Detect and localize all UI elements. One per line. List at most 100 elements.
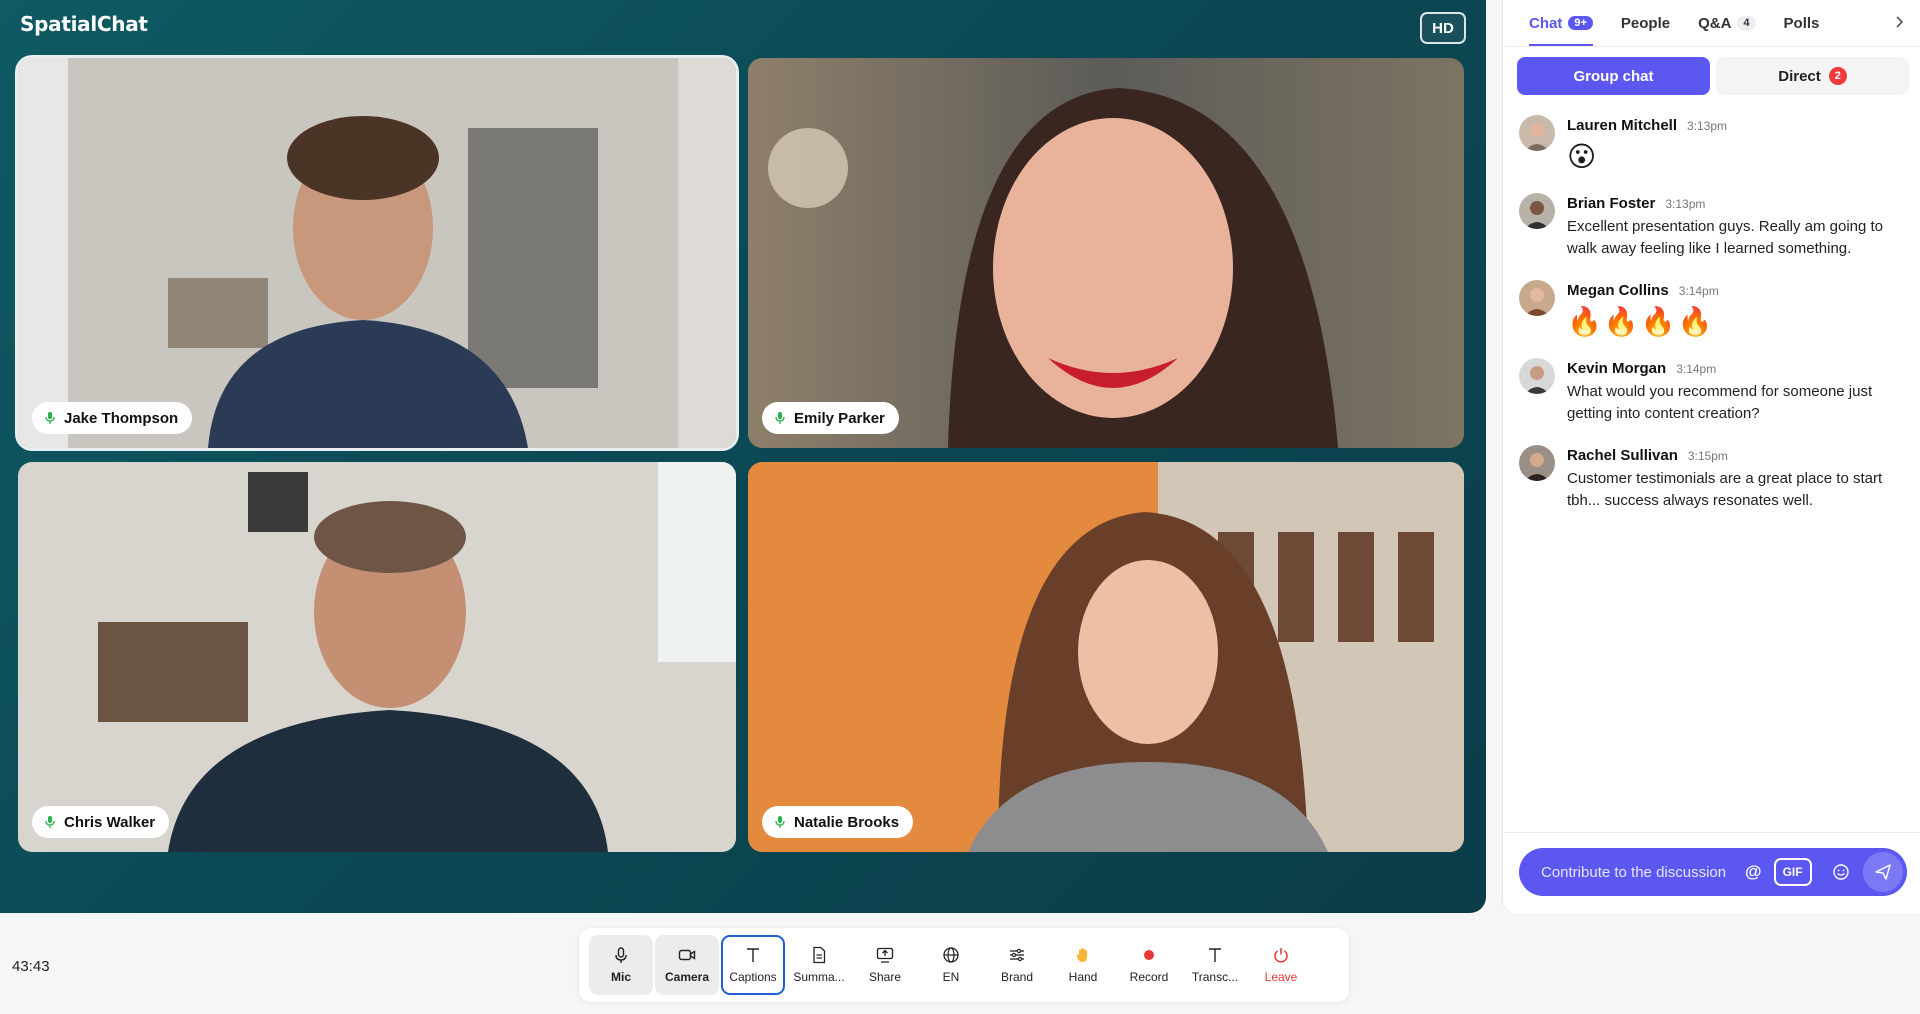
message-time: 3:15pm — [1687, 449, 1728, 463]
chevron-right-icon[interactable] — [1891, 14, 1907, 30]
chat-messages: Lauren Mitchell 3:13pm 😮 Brian Foster 3:… — [1503, 95, 1920, 512]
tool-label: Share — [868, 970, 902, 984]
chat-mode-switch: Group chat Direct 2 — [1503, 47, 1920, 95]
group-chat-button[interactable]: Group chat — [1517, 57, 1710, 95]
tab-label: Chat — [1529, 14, 1563, 32]
tab-label: People — [1620, 14, 1671, 32]
panel-tabs: Chat 9+ People Q&A 4 Polls — [1503, 0, 1920, 47]
message-time: 3:13pm — [1687, 119, 1728, 133]
tab-qa[interactable]: Q&A 4 — [1698, 0, 1756, 46]
meeting-timer: 43:43 — [12, 958, 50, 975]
power-icon — [1274, 948, 1288, 963]
meeting-toolbar: Mic Camera Captions Summa... Share EN Br… — [579, 928, 1349, 1002]
segment-label: Group chat — [1573, 67, 1654, 85]
video-feed — [18, 58, 736, 448]
tab-label: Q&A — [1698, 14, 1732, 32]
message-input[interactable] — [1539, 862, 1729, 882]
mic-on-icon — [45, 816, 55, 828]
video-feed — [18, 462, 736, 852]
emoji-icon[interactable] — [1832, 863, 1850, 881]
chat-message: Megan Collins 3:14pm 🔥🔥🔥🔥 — [1519, 280, 1907, 338]
raise-hand-button[interactable]: Hand — [1051, 935, 1115, 995]
avatar[interactable] — [1519, 193, 1555, 229]
app-logo: SpatialChat — [20, 12, 148, 36]
hd-quality-button[interactable]: HD — [1420, 12, 1466, 44]
language-button[interactable]: EN — [919, 935, 983, 995]
camera-icon — [678, 949, 696, 961]
send-button[interactable] — [1863, 852, 1903, 892]
record-button[interactable]: Record — [1117, 935, 1181, 995]
video-tile-natalie-brooks[interactable]: Natalie Brooks — [748, 462, 1464, 852]
message-time: 3:14pm — [1678, 284, 1719, 298]
direct-chat-button[interactable]: Direct 2 — [1716, 57, 1909, 95]
message-time: 3:13pm — [1665, 197, 1706, 211]
tool-label: Summa... — [793, 970, 845, 984]
send-icon — [1875, 864, 1891, 880]
tool-label: Captions — [729, 970, 777, 984]
chat-message: Rachel Sullivan 3:15pm Customer testimon… — [1519, 445, 1907, 512]
avatar[interactable] — [1519, 115, 1555, 151]
message-author: Kevin Morgan — [1567, 360, 1667, 377]
message-author: Megan Collins — [1567, 282, 1669, 299]
side-panel: Chat 9+ People Q&A 4 Polls Group chat Di… — [1502, 0, 1920, 913]
avatar[interactable] — [1519, 280, 1555, 316]
record-icon — [1144, 950, 1154, 960]
chat-message: Kevin Morgan 3:14pm What would you recom… — [1519, 358, 1907, 425]
tab-people[interactable]: People — [1621, 0, 1670, 46]
video-stage: SpatialChat HD Jake Thompson Emily Parke… — [0, 0, 1486, 913]
tab-label: Polls — [1783, 14, 1820, 32]
video-tile-chris-walker[interactable]: Chris Walker — [18, 462, 736, 852]
document-icon — [813, 946, 826, 964]
participant-nametag: Natalie Brooks — [762, 806, 914, 838]
text-icon — [1209, 948, 1221, 962]
globe-icon — [943, 947, 959, 963]
mic-on-icon — [45, 412, 55, 424]
avatar[interactable] — [1519, 445, 1555, 481]
chat-message: Brian Foster 3:13pm Excellent presentati… — [1519, 193, 1907, 260]
message-text: Customer testimonials are a great place … — [1567, 470, 1883, 509]
message-composer: @ GIF — [1519, 848, 1907, 896]
tool-label: Mic — [610, 970, 631, 984]
participant-nametag: Jake Thompson — [32, 402, 193, 434]
segment-label: Direct — [1778, 67, 1821, 85]
composer-area: @ GIF — [1503, 832, 1920, 913]
captions-button[interactable]: Captions — [721, 935, 785, 995]
avatar[interactable] — [1519, 358, 1555, 394]
count-badge: 4 — [1737, 16, 1756, 30]
participant-name: Chris Walker — [64, 813, 156, 831]
participant-name: Jake Thompson — [64, 409, 179, 427]
message-emoji: 😮 — [1567, 141, 1599, 172]
unread-badge: 9+ — [1568, 16, 1593, 30]
tool-label: Hand — [1068, 970, 1098, 984]
share-button[interactable]: Share — [853, 935, 917, 995]
tab-chat[interactable]: Chat 9+ — [1529, 0, 1593, 46]
mention-button[interactable]: @ — [1745, 862, 1762, 882]
brand-button[interactable]: Brand — [985, 935, 1049, 995]
text-icon — [747, 948, 759, 962]
participant-name: Natalie Brooks — [794, 813, 900, 831]
direct-unread-badge: 2 — [1828, 67, 1847, 85]
video-tile-emily-parker[interactable]: Emily Parker — [748, 58, 1464, 448]
tool-label: Camera — [664, 970, 710, 984]
transcript-button[interactable]: Transc... — [1183, 935, 1247, 995]
video-tile-jake-thompson[interactable]: Jake Thompson — [18, 58, 736, 448]
camera-button[interactable]: Camera — [655, 935, 719, 995]
participant-name: Emily Parker — [794, 409, 885, 427]
tool-label: EN — [942, 970, 960, 984]
sliders-icon — [1010, 948, 1024, 962]
mic-on-icon — [775, 816, 785, 828]
mic-on-icon — [775, 412, 785, 424]
tool-label: Record — [1129, 970, 1169, 984]
tool-label: Brand — [1000, 970, 1034, 984]
message-emoji: 🔥🔥🔥🔥 — [1567, 306, 1715, 337]
video-feed — [748, 58, 1464, 448]
mic-button[interactable]: Mic — [589, 935, 653, 995]
leave-button[interactable]: Leave — [1249, 935, 1313, 995]
summary-button[interactable]: Summa... — [787, 935, 851, 995]
tab-polls[interactable]: Polls — [1784, 0, 1820, 46]
gif-button[interactable]: GIF — [1773, 858, 1812, 886]
screen-share-icon — [876, 947, 894, 963]
hand-icon — [1076, 948, 1087, 962]
message-time: 3:14pm — [1676, 362, 1717, 376]
tool-label: Transc... — [1191, 970, 1239, 984]
